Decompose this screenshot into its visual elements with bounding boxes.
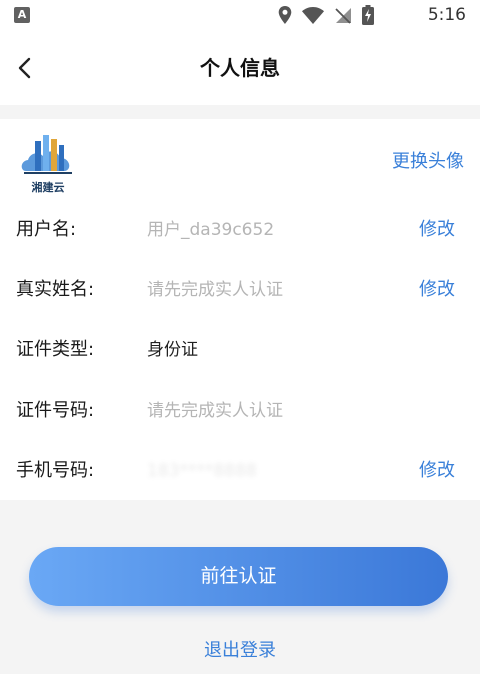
profile-card: 湘建云 更换头像 用户名: 用户_da39c652 修改 真实姓名: 请先完成实… xyxy=(0,119,480,500)
logout-link[interactable]: 退出登录 xyxy=(0,636,480,662)
field-value: 183****8888 xyxy=(147,461,257,481)
go-verify-button[interactable]: 前往认证 xyxy=(29,547,448,606)
field-row-username: 用户名: 用户_da39c652 修改 xyxy=(0,200,480,260)
field-row-real-name: 真实姓名: 请先完成实人认证 修改 xyxy=(0,260,480,320)
field-label: 证件号码: xyxy=(16,400,95,421)
field-label: 证件类型: xyxy=(16,339,95,360)
field-value: 身份证 xyxy=(147,340,198,360)
field-value: 请先完成实人认证 xyxy=(147,280,283,300)
field-label: 真实姓名: xyxy=(16,279,95,300)
status-icons xyxy=(278,5,374,25)
building-logo-icon xyxy=(21,135,72,174)
field-row-phone: 手机号码: 183****8888 修改 xyxy=(0,441,480,501)
edit-phone-button[interactable]: 修改 xyxy=(419,441,455,501)
field-row-id-number: 证件号码: 请先完成实人认证 xyxy=(0,381,480,441)
field-row-id-type: 证件类型: 身份证 xyxy=(0,320,480,380)
app-a-icon: A xyxy=(14,7,30,23)
field-label: 用户名: xyxy=(16,219,77,240)
page-header: 个人信息 xyxy=(0,31,480,105)
field-value: 用户_da39c652 xyxy=(147,220,275,240)
status-time: 5:16 xyxy=(427,5,466,25)
wifi-icon xyxy=(302,7,324,24)
battery-charging-icon xyxy=(362,5,374,25)
logo-text: 湘建云 xyxy=(31,181,65,194)
change-avatar-link[interactable]: 更换头像 xyxy=(392,147,464,173)
status-bar: A 5:16 xyxy=(0,0,480,31)
edit-username-button[interactable]: 修改 xyxy=(419,200,455,260)
location-icon xyxy=(278,6,292,24)
page-title: 个人信息 xyxy=(200,56,280,80)
no-sim-icon xyxy=(335,8,351,24)
field-label: 手机号码: xyxy=(16,460,95,481)
field-value: 请先完成实人认证 xyxy=(147,401,283,421)
edit-real-name-button[interactable]: 修改 xyxy=(419,260,455,320)
avatar[interactable]: 湘建云 xyxy=(20,129,76,194)
